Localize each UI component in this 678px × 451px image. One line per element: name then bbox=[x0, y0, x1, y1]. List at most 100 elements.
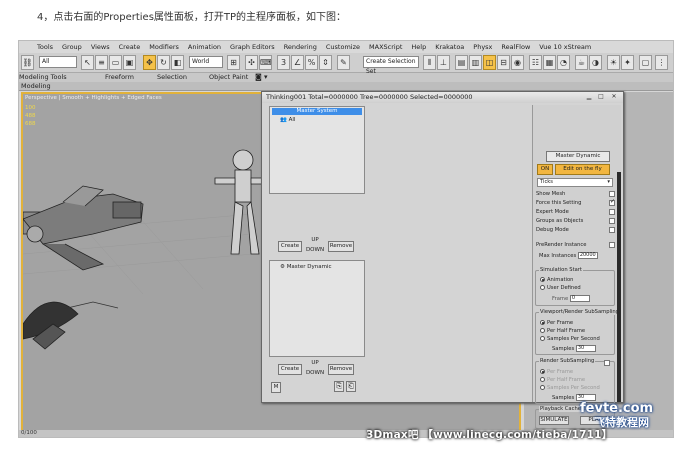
prerender-checkbox[interactable] bbox=[609, 242, 615, 248]
remove-button[interactable]: Remove bbox=[328, 241, 354, 252]
viewport-config-icon[interactable]: ▢ bbox=[639, 55, 652, 70]
radio-user-defined[interactable]: User Defined bbox=[540, 285, 619, 291]
menu-physx[interactable]: Physx bbox=[473, 43, 492, 51]
edit-on-the-fly-button[interactable]: Edit on the fly bbox=[555, 164, 610, 175]
menu-group[interactable]: Group bbox=[62, 43, 82, 51]
mirror-icon[interactable]: ⫴ bbox=[423, 55, 436, 70]
master-dynamic-header[interactable]: Master Dynamic bbox=[546, 151, 610, 162]
ticks-dropdown[interactable]: Ticks ▾ bbox=[537, 178, 613, 187]
ribbon-tab-selection[interactable]: Selection bbox=[157, 73, 187, 81]
samples-field[interactable]: 30 bbox=[575, 345, 596, 352]
ribbon-tab-modeling-tools[interactable]: Modeling Tools bbox=[19, 73, 67, 81]
ribbon-options-icon[interactable]: ◙ ▾ bbox=[255, 73, 268, 81]
system-tree-panel[interactable]: Master System 👥 All bbox=[269, 106, 365, 194]
menu-realflow[interactable]: RealFlow bbox=[501, 43, 530, 51]
menu-maxscript[interactable]: MAXScript bbox=[369, 43, 402, 51]
scale-icon[interactable]: ◧ bbox=[171, 55, 184, 70]
material-editor-icon[interactable]: ◉ bbox=[511, 55, 524, 70]
rendered-frame-icon[interactable]: ▦ bbox=[543, 55, 556, 70]
active-shade-icon[interactable]: ◑ bbox=[589, 55, 602, 70]
radio-samples-per-second[interactable]: Samples Per Second bbox=[540, 336, 619, 342]
frame-field[interactable]: 0 bbox=[569, 295, 590, 302]
menu-views[interactable]: Views bbox=[91, 43, 110, 51]
tree-item-all[interactable]: 👥 All bbox=[280, 117, 295, 123]
render-icon[interactable]: ◔ bbox=[557, 55, 570, 70]
graphite-toggle-icon[interactable]: ▥ bbox=[469, 55, 482, 70]
debug-mode-checkbox[interactable] bbox=[609, 227, 615, 233]
menu-help[interactable]: Help bbox=[411, 43, 426, 51]
pivot-icon[interactable]: ⊞ bbox=[227, 55, 240, 70]
option-expert-mode[interactable]: Expert Mode bbox=[536, 209, 615, 215]
snap-icon[interactable]: 3 bbox=[277, 55, 290, 70]
up-button[interactable]: UP bbox=[304, 235, 326, 245]
maximize-icon[interactable]: □ bbox=[596, 93, 606, 101]
render-subsampling-checkbox[interactable] bbox=[604, 360, 610, 366]
select-object-icon[interactable]: ↖ bbox=[81, 55, 94, 70]
radio-per-frame[interactable]: Per Frame bbox=[540, 320, 619, 326]
dynamic-up-button[interactable]: UP bbox=[304, 358, 326, 368]
angle-snap-icon[interactable]: ∠ bbox=[291, 55, 304, 70]
dynamic-tree-panel[interactable]: ⚙ Master Dynamic bbox=[269, 260, 365, 357]
menu-create[interactable]: Create bbox=[119, 43, 141, 51]
select-by-name-icon[interactable]: ≡ bbox=[95, 55, 108, 70]
edit-named-selection-icon[interactable]: ✎ bbox=[337, 55, 350, 70]
tree-item-master-system[interactable]: Master System bbox=[272, 108, 362, 115]
create-dynamic-button[interactable]: Create bbox=[278, 364, 302, 375]
groups-as-objects-checkbox[interactable] bbox=[609, 218, 615, 224]
spinner-snap-icon[interactable]: ⇕ bbox=[319, 55, 332, 70]
selection-filter-dropdown[interactable]: All bbox=[39, 56, 77, 68]
render-radio-per-frame[interactable]: Per Frame bbox=[540, 369, 619, 375]
menu-animation[interactable]: Animation bbox=[188, 43, 221, 51]
render-radio-per-half-frame[interactable]: Per Half Frame bbox=[540, 377, 619, 383]
layer-manager-icon[interactable]: ▤ bbox=[455, 55, 468, 70]
menu-rendering[interactable]: Rendering bbox=[284, 43, 317, 51]
percent-snap-icon[interactable]: % bbox=[305, 55, 318, 70]
rectangle-select-icon[interactable]: ▭ bbox=[109, 55, 122, 70]
keyboard-shortcut-icon[interactable]: ⌨ bbox=[259, 55, 272, 70]
menu-vue-xstream[interactable]: Vue 10 xStream bbox=[539, 43, 591, 51]
option-force-setting[interactable]: Force this Setting bbox=[536, 198, 615, 206]
window-crossing-icon[interactable]: ▣ bbox=[123, 55, 136, 70]
radio-animation[interactable]: Animation bbox=[540, 277, 619, 283]
menu-graph-editors[interactable]: Graph Editors bbox=[230, 43, 275, 51]
option-show-mesh[interactable]: Show Mesh bbox=[536, 191, 615, 197]
max-instances-field[interactable]: 20000 bbox=[577, 252, 598, 259]
option-prerender-instance[interactable]: PreRender Instance bbox=[536, 242, 615, 248]
option-debug-mode[interactable]: Debug Mode bbox=[536, 227, 615, 233]
dynamic-down-button[interactable]: DOWN bbox=[304, 368, 326, 378]
curve-editor-icon[interactable]: ◫ bbox=[483, 55, 496, 70]
simulate-button[interactable]: SIMULATE bbox=[539, 416, 569, 425]
copy-icon[interactable]: ⎘ bbox=[334, 381, 344, 392]
menu-modifiers[interactable]: Modifiers bbox=[149, 43, 179, 51]
menu-tools[interactable]: Tools bbox=[37, 43, 53, 51]
ribbon-tab-freeform[interactable]: Freeform bbox=[105, 73, 134, 81]
schematic-view-icon[interactable]: ⊟ bbox=[497, 55, 510, 70]
option-groups-as-objects[interactable]: Groups as Objects bbox=[536, 218, 615, 224]
toolbar-extra-icon[interactable]: ⋮ bbox=[655, 55, 668, 70]
named-selection-dropdown[interactable]: Create Selection Set bbox=[363, 56, 419, 75]
effects-icon[interactable]: ✦ bbox=[621, 55, 634, 70]
close-icon[interactable]: ✕ bbox=[609, 93, 619, 101]
reference-coordinate-dropdown[interactable]: World bbox=[189, 56, 223, 68]
expert-mode-checkbox[interactable] bbox=[609, 209, 615, 215]
properties-scrollbar[interactable] bbox=[617, 172, 621, 402]
minimize-icon[interactable]: ▁ bbox=[584, 93, 594, 101]
environment-icon[interactable]: ☀ bbox=[607, 55, 620, 70]
align-icon[interactable]: ⊥ bbox=[437, 55, 450, 70]
down-button[interactable]: DOWN bbox=[304, 245, 326, 255]
create-button[interactable]: Create bbox=[278, 241, 302, 252]
radio-per-half-frame[interactable]: Per Half Frame bbox=[540, 328, 619, 334]
force-setting-checkbox[interactable] bbox=[609, 198, 615, 206]
render-radio-samples-per-second[interactable]: Samples Per Second bbox=[540, 385, 619, 391]
render-samples-field[interactable]: 30 bbox=[575, 394, 596, 401]
on-button[interactable]: ON bbox=[537, 164, 553, 175]
ribbon-tab-object-paint[interactable]: Object Paint bbox=[209, 73, 248, 81]
rotate-icon[interactable]: ↻ bbox=[157, 55, 170, 70]
remove-dynamic-button[interactable]: Remove bbox=[328, 364, 354, 375]
render-setup-icon[interactable]: ☷ bbox=[529, 55, 542, 70]
menu-customize[interactable]: Customize bbox=[326, 43, 360, 51]
tree-item-master-dynamic[interactable]: ⚙ Master Dynamic bbox=[280, 264, 331, 270]
m-button[interactable]: M bbox=[271, 382, 281, 393]
move-icon[interactable]: ✥ bbox=[143, 55, 156, 70]
menu-krakatoa[interactable]: Krakatoa bbox=[435, 43, 464, 51]
